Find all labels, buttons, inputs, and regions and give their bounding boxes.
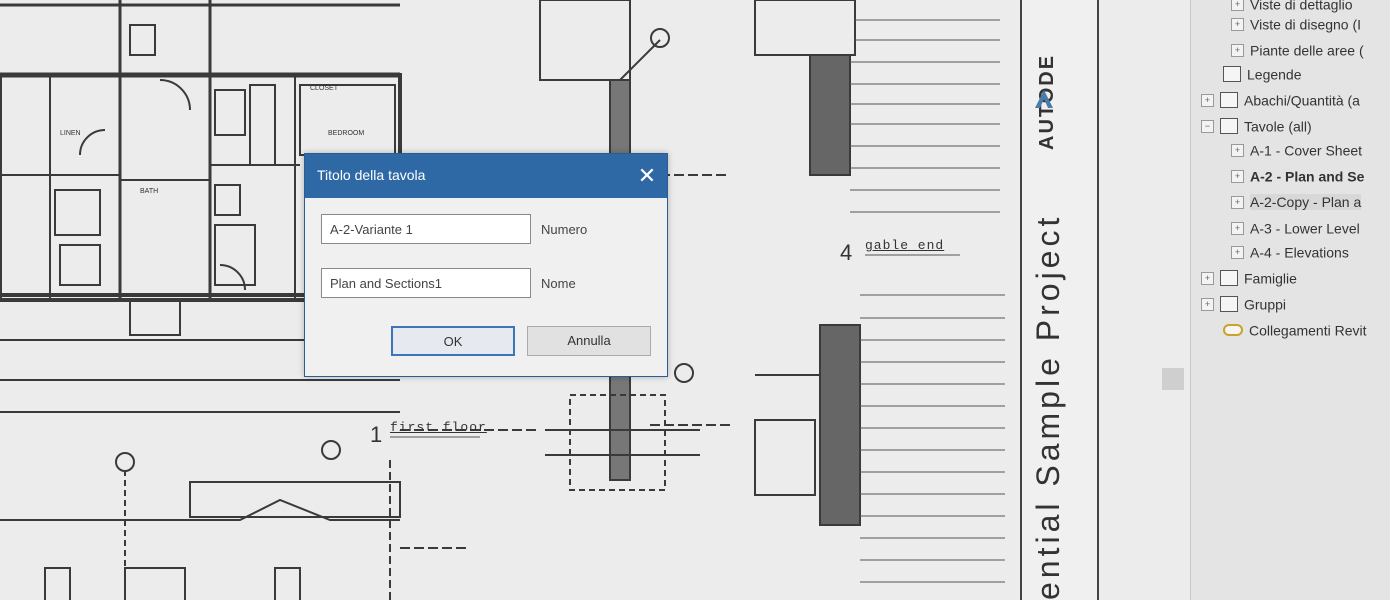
expand-icon[interactable]: + bbox=[1231, 0, 1244, 11]
browser-item-label: Collegamenti Revit bbox=[1249, 322, 1367, 339]
browser-item-label: A-2-Copy - Plan a bbox=[1250, 194, 1362, 211]
browser-item-label: Tavole (all) bbox=[1244, 118, 1312, 135]
project-title: ential Sample Project bbox=[1030, 213, 1066, 600]
expand-icon[interactable]: − bbox=[1201, 119, 1214, 133]
browser-item-label: Viste di disegno (I bbox=[1250, 16, 1362, 33]
browser-item[interactable]: + A-2-Copy - Plan a bbox=[1231, 190, 1362, 212]
browser-item[interactable]: + Famiglie bbox=[1201, 266, 1297, 288]
browser-item[interactable]: + A-4 - Elevations bbox=[1231, 240, 1349, 262]
expand-icon[interactable]: + bbox=[1231, 221, 1244, 235]
browser-item-label: Viste di dettaglio bbox=[1250, 0, 1353, 13]
room-label: CLOSET bbox=[310, 85, 339, 92]
browser-item-label: A-3 - Lower Level bbox=[1250, 220, 1360, 237]
scrollbar-thumb[interactable] bbox=[1162, 368, 1184, 390]
browser-item[interactable]: Collegamenti Revit bbox=[1223, 318, 1367, 340]
browser-item[interactable]: + A-1 - Cover Sheet bbox=[1231, 138, 1362, 160]
view-4-number: 4 bbox=[840, 240, 853, 265]
autodesk-logo-icon bbox=[1035, 90, 1053, 108]
view-4-title: gable end bbox=[865, 238, 945, 253]
browser-item[interactable]: + Viste di disegno (I bbox=[1231, 12, 1361, 34]
schedule-icon bbox=[1220, 92, 1238, 109]
sheet-title-dialog: Titolo della tavola ✕ Numero Nome OK Ann… bbox=[304, 153, 668, 377]
sheet-number-field[interactable] bbox=[321, 214, 531, 244]
sheet-title-block: ential Sample Project bbox=[1020, 0, 1099, 600]
dialog-title-bar[interactable]: Titolo della tavola ✕ bbox=[305, 154, 667, 198]
families-icon bbox=[1220, 270, 1238, 287]
browser-item[interactable]: + Abachi/Quantità (a bbox=[1201, 88, 1360, 110]
browser-item-label: Gruppi bbox=[1244, 296, 1287, 313]
groups-icon bbox=[1220, 296, 1238, 313]
view-1-title: first floor bbox=[390, 420, 487, 435]
revit-window: 1 first floor 4 gable end CLOSET BEDROOM… bbox=[0, 0, 1390, 600]
cancel-button[interactable]: Annulla bbox=[527, 326, 651, 356]
browser-item[interactable]: + Gruppi bbox=[1201, 292, 1286, 314]
expand-icon[interactable]: + bbox=[1231, 17, 1244, 31]
sheet-name-label: Nome bbox=[541, 276, 576, 291]
browser-item-label: Piante delle aree ( bbox=[1250, 42, 1364, 59]
room-label: BEDROOM bbox=[328, 130, 365, 137]
sheet-number-label: Numero bbox=[541, 222, 588, 237]
browser-item-label: A-4 - Elevations bbox=[1250, 244, 1349, 261]
sheets-icon bbox=[1220, 118, 1238, 135]
sheet-name-field[interactable] bbox=[321, 268, 531, 298]
browser-item[interactable]: − Tavole (all) bbox=[1201, 114, 1312, 136]
expand-icon[interactable]: + bbox=[1231, 169, 1244, 183]
view-1-number: 1 bbox=[370, 422, 383, 447]
browser-item[interactable]: Legende bbox=[1223, 62, 1302, 84]
expand-icon[interactable]: + bbox=[1231, 43, 1244, 57]
expand-icon[interactable]: + bbox=[1231, 195, 1244, 209]
browser-item-label: Abachi/Quantità (a bbox=[1244, 92, 1360, 109]
browser-item[interactable]: + A-3 - Lower Level bbox=[1231, 216, 1360, 238]
browser-item-label: A-1 - Cover Sheet bbox=[1250, 142, 1363, 159]
close-icon[interactable]: ✕ bbox=[631, 160, 663, 192]
browser-item[interactable]: + A-2 - Plan and Se bbox=[1231, 164, 1364, 186]
expand-icon[interactable]: + bbox=[1231, 143, 1244, 157]
browser-item-label: A-2 - Plan and Se bbox=[1250, 168, 1365, 185]
project-browser: + Viste di dettaglio + Viste di disegno (I +… bbox=[1190, 0, 1390, 600]
expand-icon[interactable]: + bbox=[1201, 271, 1214, 285]
browser-item-label: Legende bbox=[1247, 66, 1302, 83]
room-label: LINEN bbox=[60, 130, 81, 137]
expand-icon[interactable]: + bbox=[1231, 245, 1244, 259]
links-icon bbox=[1223, 324, 1243, 337]
room-label: BATH bbox=[140, 188, 159, 195]
browser-item-label: Famiglie bbox=[1244, 270, 1297, 287]
ok-button[interactable]: OK bbox=[391, 326, 515, 356]
dialog-title: Titolo della tavola bbox=[317, 167, 426, 183]
browser-item[interactable]: + Piante delle aree ( bbox=[1231, 38, 1364, 60]
expand-icon[interactable]: + bbox=[1201, 297, 1214, 311]
legend-icon bbox=[1223, 66, 1241, 83]
expand-icon[interactable]: + bbox=[1201, 93, 1214, 107]
